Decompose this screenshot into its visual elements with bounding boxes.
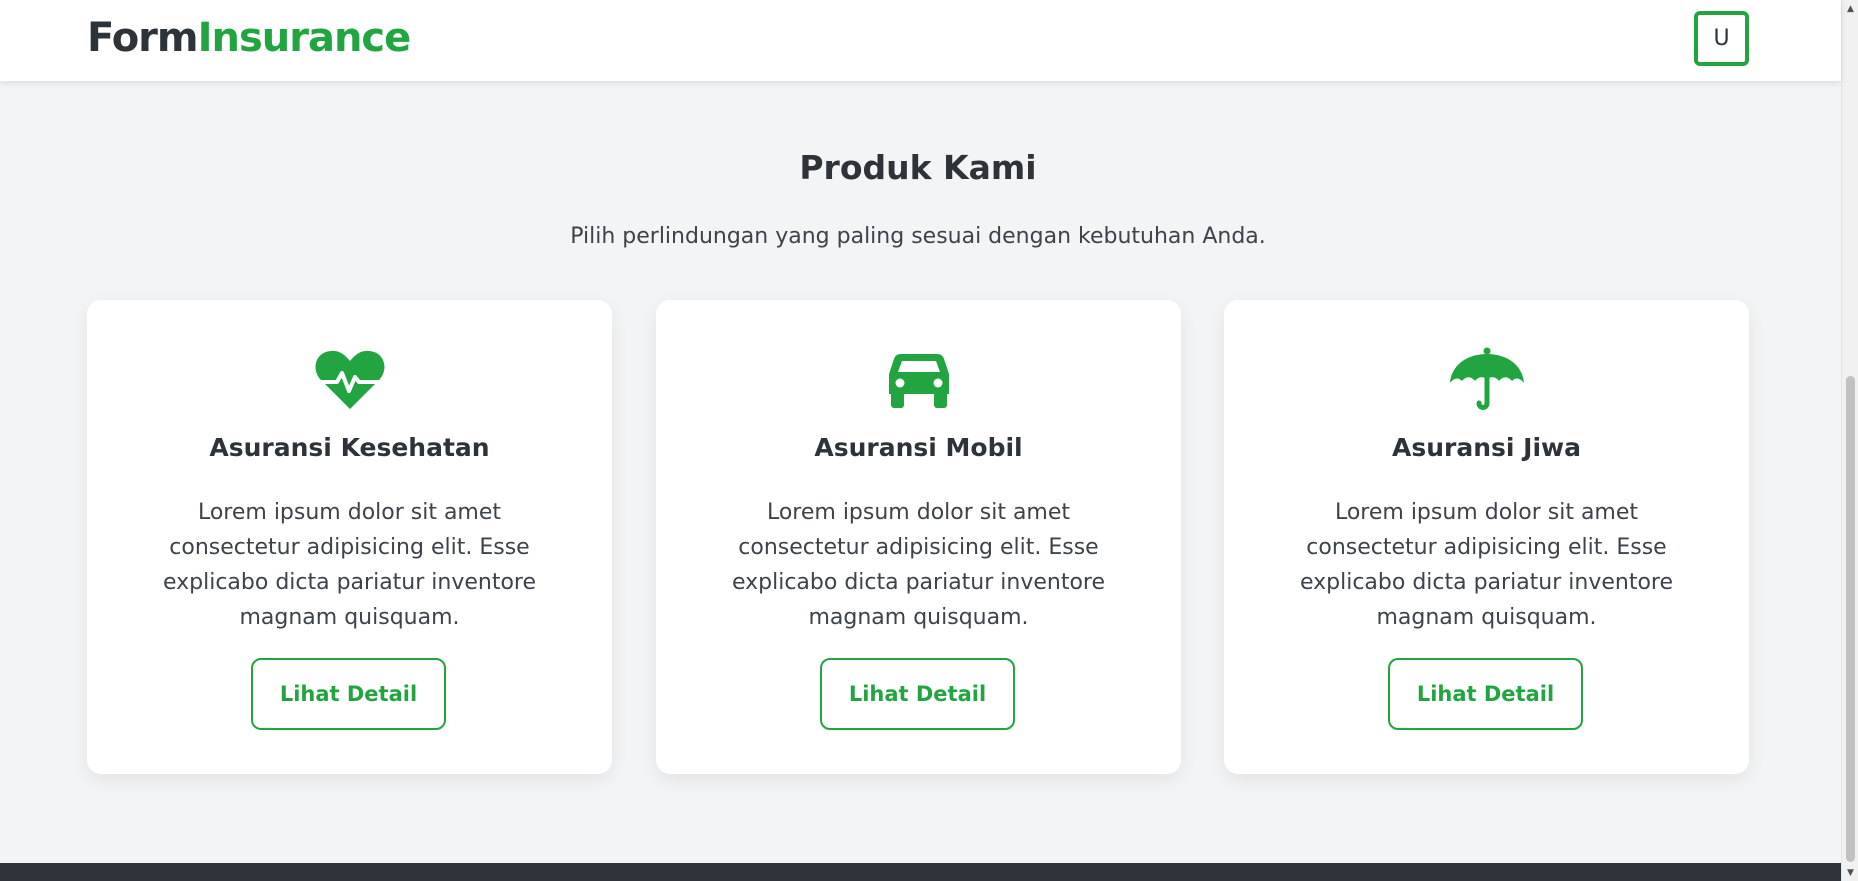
car-icon — [656, 340, 1181, 420]
brand-name-part1: Form — [87, 15, 199, 61]
scroll-up-arrow-icon[interactable]: ▲ — [1842, 0, 1858, 17]
view-detail-button[interactable]: Lihat Detail — [820, 658, 1015, 730]
scrollbar-thumb[interactable] — [1846, 376, 1855, 862]
brand-name-part2: Insurance — [197, 15, 412, 61]
scroll-down-arrow-icon[interactable]: ▼ — [1842, 864, 1858, 881]
section-subtitle: Pilih perlindungan yang paling sesuai de… — [570, 224, 1266, 249]
product-card-car: Asuransi Mobil Lorem ipsum dolor sit ame… — [656, 300, 1181, 774]
product-title: Asuransi Jiwa — [1391, 433, 1581, 462]
product-card-life: Asuransi Jiwa Lorem ipsum dolor sit amet… — [1224, 300, 1749, 774]
product-card-health: Asuransi Kesehatan Lorem ipsum dolor sit… — [87, 300, 612, 774]
umbrella-icon — [1224, 340, 1749, 420]
navbar: FormInsurance U — [0, 0, 1841, 81]
product-description: Lorem ipsum dolor sit amet consectetur a… — [162, 500, 537, 630]
view-detail-button[interactable]: Lihat Detail — [251, 658, 446, 730]
vertical-scrollbar[interactable]: ▲ ▼ — [1841, 0, 1858, 881]
section-title: Produk Kami — [799, 148, 1037, 187]
product-description: Lorem ipsum dolor sit amet consectetur a… — [1299, 500, 1674, 630]
avatar-initial: U — [1713, 26, 1730, 51]
product-description: Lorem ipsum dolor sit amet consectetur a… — [731, 500, 1106, 630]
product-title: Asuransi Mobil — [814, 433, 1023, 462]
brand-logo[interactable]: FormInsurance — [87, 15, 412, 61]
page: FormInsurance U Produk Kami Pilih perlin… — [0, 0, 1841, 881]
user-avatar-button[interactable]: U — [1694, 11, 1749, 66]
product-title: Asuransi Kesehatan — [209, 433, 490, 462]
footer — [0, 863, 1841, 881]
view-detail-button[interactable]: Lihat Detail — [1388, 658, 1583, 730]
heart-pulse-icon — [87, 340, 612, 420]
